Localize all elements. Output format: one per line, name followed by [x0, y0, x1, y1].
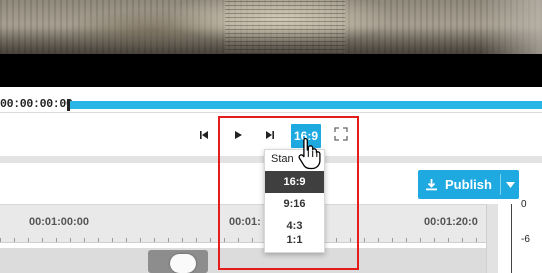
- video-frame-shadow: [0, 28, 542, 54]
- tick-label: 00:01:00:00: [29, 216, 89, 228]
- divider: [0, 112, 542, 113]
- skip-previous-icon: [200, 131, 208, 139]
- meter-label: 0: [521, 199, 527, 210]
- clip-toggle-handle[interactable]: [170, 254, 196, 273]
- video-preview: [0, 0, 542, 54]
- tick-label: 00:01:20:0: [424, 216, 478, 228]
- publish-button[interactable]: Publish: [418, 170, 519, 199]
- playhead-handle[interactable]: [67, 99, 70, 111]
- audio-meter: [511, 204, 512, 273]
- previous-frame-button[interactable]: [193, 124, 215, 146]
- publish-main-action[interactable]: Publish: [418, 170, 499, 199]
- vertical-scrollbar[interactable]: [486, 204, 498, 273]
- highlight-box: [218, 116, 359, 270]
- hand-cursor-icon: [298, 137, 321, 170]
- current-time: 00:00:00:00: [0, 98, 73, 111]
- download-icon: [426, 179, 438, 191]
- publish-label: Publish: [445, 177, 492, 192]
- video-letterbox: [0, 54, 542, 87]
- meter-label: -6: [521, 234, 530, 245]
- publish-options-button[interactable]: [501, 170, 519, 199]
- caret-down-icon: [505, 181, 515, 188]
- progress-bar[interactable]: [70, 101, 542, 109]
- video-frame-highlight: [480, 0, 542, 54]
